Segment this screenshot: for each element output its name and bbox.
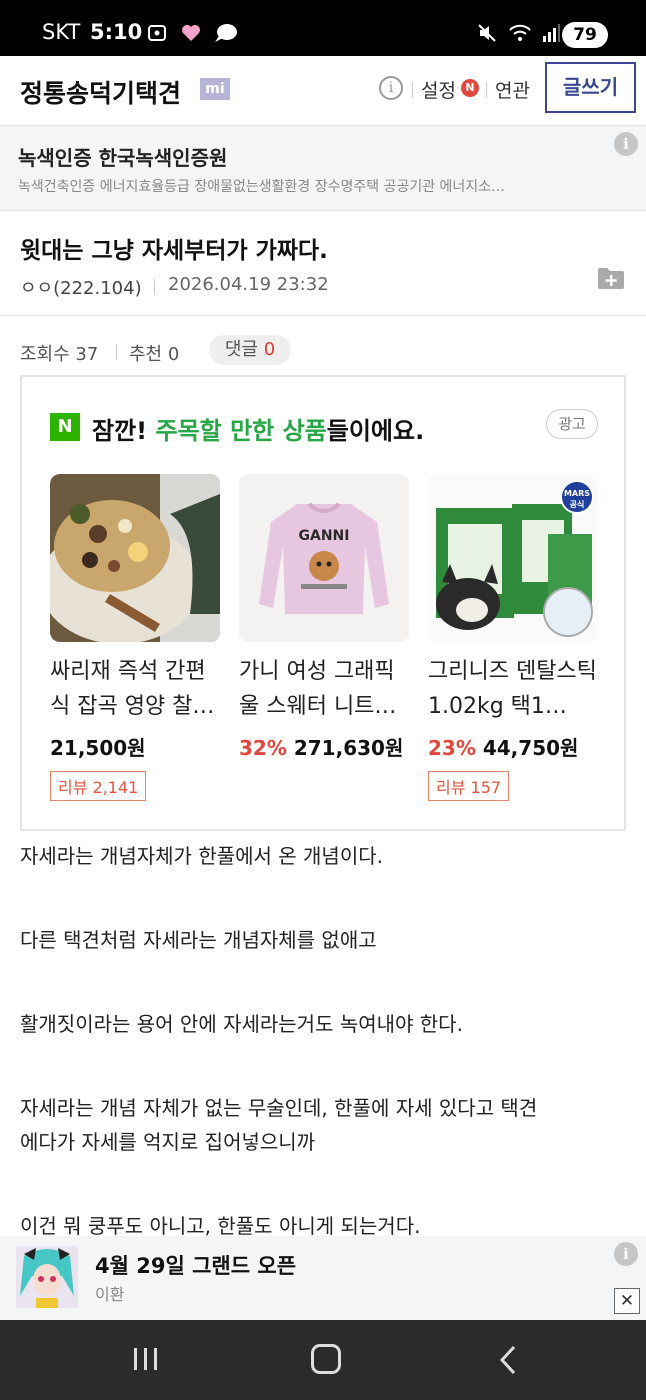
post-title: 윗대는 그냥 자세부터가 가짜다. (20, 238, 328, 264)
content-paragraph: 자세라는 개념자체가 한풀에서 온 개념이다. (20, 844, 383, 868)
gallery-title[interactable]: 정통송덕기택견 (20, 74, 181, 110)
wifi-icon (509, 24, 531, 41)
product-review-count: 리뷰 2,141 (50, 771, 147, 801)
minor-gallery-badge: mi (200, 78, 230, 100)
ad-info-icon[interactable]: i (614, 132, 638, 156)
heart-icon (181, 25, 200, 41)
mute-icon (478, 24, 496, 42)
recent-apps-icon[interactable] (131, 1344, 161, 1374)
headline-highlight: 주목할 만한 상품 (155, 417, 327, 445)
headline-prefix: 잠깐! (92, 417, 156, 445)
svg-text:GANNI: GANNI (299, 528, 350, 544)
product-ad-headline: 잠깐! 주목할 만한 상품들이에요. (92, 411, 424, 446)
product-price: 32% 271,630원 (239, 732, 409, 761)
badge-official: 공식 (569, 500, 585, 509)
new-badge: N (461, 79, 479, 97)
content-paragraph: 자세라는 개념 자체가 없는 무술인데, 한풀에 자세 있다고 택견 (20, 1096, 538, 1120)
mars-official-badge: MARS 공식 (560, 480, 594, 514)
settings-button[interactable]: 설정 (421, 76, 456, 103)
divider (154, 279, 155, 295)
product-image-sweater: GANNI (239, 474, 409, 642)
naver-logo-icon: N (50, 413, 80, 441)
product-name: 싸리재 즉석 간편식 잡곡 영양 찰… (50, 659, 215, 719)
screenshot-icon (148, 25, 166, 41)
product-price: 21,500원 (50, 732, 220, 761)
headline-suffix: 들이에요. (326, 417, 425, 445)
ad-title: 녹색인증 한국녹색인증원 (18, 146, 228, 170)
divider (412, 82, 413, 98)
divider (486, 82, 487, 98)
comment-count-button[interactable]: 댓글 0 (209, 335, 291, 365)
battery-indicator: 79 (562, 22, 608, 48)
top-ad-banner[interactable]: 녹색인증 한국녹색인증원 녹색건축인증 에너지효율등급 장애물없는생활환경 장수… (0, 126, 646, 211)
recommend-count: 추천 0 (129, 344, 180, 365)
ad-subtitle: 이환 (95, 1285, 125, 1304)
post-author[interactable]: ㅇㅇ(222.104) (20, 274, 142, 300)
product-price: 23% 44,750원 (428, 732, 598, 761)
gallery-header: 정통송덕기택견 mi i 설정 N 연관 글쓰기 (0, 56, 646, 126)
notification-icons (146, 22, 239, 44)
content-paragraph: 활개짓이라는 용어 안에 자세라는거도 녹여내야 한다. (20, 1012, 463, 1036)
product-price-value: 271,630원 (293, 736, 404, 760)
ad-tag[interactable]: 광고 (546, 409, 598, 439)
product-image-grain-rice (50, 474, 220, 642)
view-count: 조회수 37 (20, 344, 99, 365)
product-name: 그리니즈 덴탈스틱 1.02kg 택1… (428, 659, 597, 719)
product-card[interactable]: MARS 공식 그리니즈 덴탈스틱 1.02kg 택1… 23% 44,750원 … (428, 474, 598, 801)
bottom-ad-banner[interactable]: 4월 29일 그랜드 오픈 이환 i ✕ (0, 1236, 646, 1320)
ad-description: 녹색건축인증 에너지효율등급 장애물없는생활환경 장수명주택 공공기관 에너지소… (18, 179, 506, 195)
comment-label: 댓글 (224, 339, 258, 360)
info-icon[interactable]: i (379, 76, 403, 100)
chat-bubble-icon (215, 24, 238, 42)
post-header: 윗대는 그냥 자세부터가 가짜다. ㅇㅇ(222.104) 2026.04.19… (0, 211, 646, 316)
signal-icon (543, 24, 561, 42)
related-button[interactable]: 연관 (495, 76, 530, 103)
product-discount: 23% (428, 736, 476, 760)
back-icon[interactable] (496, 1344, 520, 1376)
content-paragraph: 다른 택견처럼 자세라는 개념자체를 없애고 (20, 928, 377, 952)
product-image-dog-treats: MARS 공식 (428, 474, 598, 642)
android-nav-bar (0, 1320, 646, 1400)
badge-brand: MARS (563, 489, 591, 498)
status-bar: SKT 5:10 79 (0, 0, 646, 56)
ad-info-icon[interactable]: i (614, 1242, 638, 1266)
product-price-value: 21,500원 (50, 736, 146, 760)
product-price-value: 44,750원 (482, 736, 579, 760)
product-discount: 32% (239, 736, 287, 760)
divider (116, 344, 117, 360)
product-name: 가니 여성 그래픽 울 스웨터 니트… (239, 659, 397, 719)
content-paragraph: 에다가 자세를 억지로 집어넣으니까 (20, 1130, 316, 1154)
product-card[interactable]: 싸리재 즉석 간편식 잡곡 영양 찰… 21,500원 리뷰 2,141 (50, 474, 220, 801)
clock: 5:10 (90, 20, 143, 44)
home-icon[interactable] (311, 1344, 341, 1374)
product-card[interactable]: GANNI 가니 여성 그래픽 울 스웨터 니트… 32% 271,630원 (239, 474, 409, 761)
product-review-count: 리뷰 157 (428, 771, 510, 801)
scrap-folder-icon[interactable] (597, 266, 625, 290)
write-button[interactable]: 글쓰기 (545, 62, 636, 113)
comment-count: 0 (263, 339, 276, 360)
ad-character-thumbnail (16, 1246, 78, 1308)
product-ad-box: N 잠깐! 주목할 만한 상품들이에요. 광고 싸리재 즉석 간편식 잡곡 영양… (20, 375, 626, 831)
system-icons (476, 22, 561, 44)
ad-title: 4월 29일 그랜드 오픈 (95, 1254, 297, 1278)
post-date: 2026.04.19 23:32 (168, 274, 329, 295)
close-ad-button[interactable]: ✕ (614, 1288, 640, 1314)
carrier-label: SKT (42, 20, 81, 44)
